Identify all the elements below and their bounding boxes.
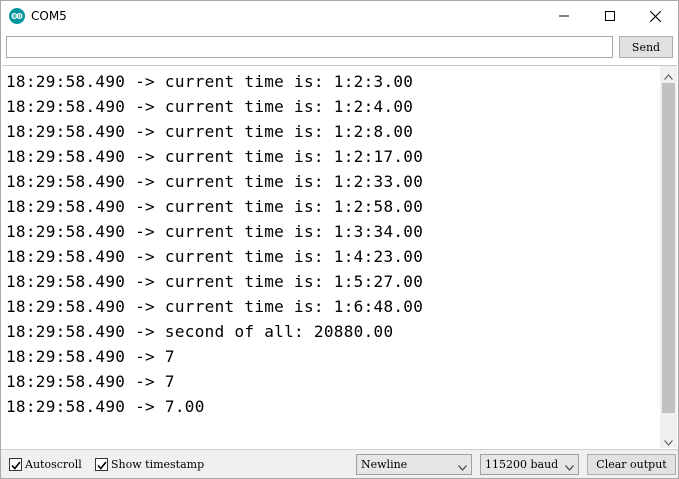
checkbox-box[interactable] — [95, 458, 108, 471]
autoscroll-label: Autoscroll — [25, 458, 82, 471]
clear-output-button[interactable]: Clear output — [587, 454, 676, 475]
chevron-down-icon — [664, 431, 673, 448]
output-line: 18:29:58.490 -> current time is: 1:3:34.… — [6, 222, 424, 241]
chevron-down-icon — [565, 461, 574, 474]
scroll-down-button[interactable] — [660, 432, 677, 448]
output-line: 18:29:58.490 -> current time is: 1:2:8.0… — [6, 122, 414, 141]
output-line: 18:29:58.490 -> current time is: 1:4:23.… — [6, 247, 424, 266]
serial-monitor-window: COM5 Send 18:29:58.490 -> current time i… — [0, 0, 679, 479]
baud-rate-select[interactable]: 115200 baud — [480, 454, 579, 475]
line-ending-value: Newline — [361, 458, 408, 471]
output-line: 18:29:58.490 -> 7.00 — [6, 397, 205, 416]
output-line: 18:29:58.490 -> current time is: 1:5:27.… — [6, 272, 424, 291]
close-button[interactable] — [632, 1, 678, 31]
scrollbar-thumb[interactable] — [662, 83, 675, 413]
show-timestamp-checkbox[interactable]: Show timestamp — [95, 458, 204, 471]
minimize-button[interactable] — [541, 1, 587, 31]
output-line: 18:29:58.490 -> 7 — [6, 372, 175, 391]
serial-output[interactable]: 18:29:58.490 -> current time is: 1:2:3.0… — [2, 65, 677, 448]
checkmark-icon — [10, 455, 21, 474]
bottom-bar: Autoscroll Show timestamp Newline 115200… — [1, 449, 678, 478]
output-line: 18:29:58.490 -> current time is: 1:6:48.… — [6, 297, 424, 316]
output-line: 18:29:58.490 -> 7 — [6, 347, 175, 366]
chevron-up-icon — [664, 66, 673, 84]
output-line: 18:29:58.490 -> current time is: 1:2:3.0… — [6, 72, 414, 91]
scroll-up-button[interactable] — [660, 66, 677, 83]
send-row: Send — [1, 33, 678, 61]
output-line: 18:29:58.490 -> current time is: 1:2:4.0… — [6, 97, 414, 116]
arduino-icon — [9, 8, 25, 24]
output-line: 18:29:58.490 -> second of all: 20880.00 — [6, 322, 394, 341]
window-title: COM5 — [31, 9, 67, 23]
maximize-button[interactable] — [587, 1, 633, 31]
minimize-icon — [559, 11, 569, 21]
baud-rate-value: 115200 baud — [485, 458, 559, 471]
checkmark-icon — [96, 455, 107, 474]
maximize-icon — [605, 11, 615, 21]
chevron-down-icon — [458, 461, 467, 474]
output-lines: 18:29:58.490 -> current time is: 1:2:3.0… — [6, 69, 656, 419]
show-timestamp-label: Show timestamp — [111, 458, 205, 471]
line-ending-select[interactable]: Newline — [356, 454, 472, 475]
output-line: 18:29:58.490 -> current time is: 1:2:17.… — [6, 147, 424, 166]
send-button[interactable]: Send — [619, 36, 673, 58]
autoscroll-checkbox[interactable]: Autoscroll — [9, 458, 82, 471]
title-bar: COM5 — [1, 1, 678, 31]
close-icon — [649, 10, 661, 22]
send-input[interactable] — [6, 36, 613, 58]
output-line: 18:29:58.490 -> current time is: 1:2:58.… — [6, 197, 424, 216]
vertical-scrollbar[interactable] — [660, 66, 677, 448]
output-line: 18:29:58.490 -> current time is: 1:2:33.… — [6, 172, 424, 191]
checkbox-box[interactable] — [9, 458, 22, 471]
